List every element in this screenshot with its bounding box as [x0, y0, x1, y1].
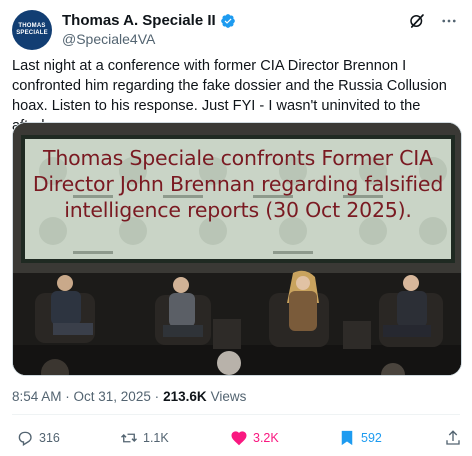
- reply-button[interactable]: 316: [16, 428, 60, 448]
- views-count: 213.6K: [163, 389, 207, 404]
- caption-line-3: intelligence reports (30 Oct 2025).: [64, 198, 412, 222]
- display-name[interactable]: Thomas A. Speciale II: [62, 12, 216, 29]
- bookmark-icon: [341, 430, 353, 446]
- avatar[interactable]: THOMAS SPECIALE: [12, 10, 52, 50]
- action-bar: 316 1.1K 3.2K 592: [0, 428, 472, 448]
- reply-icon: [18, 431, 32, 446]
- avatar-text-line1: THOMAS: [18, 23, 46, 29]
- reply-count: 316: [39, 431, 60, 445]
- caption-line-1: Thomas Speciale confronts Former CIA: [43, 146, 433, 170]
- author-names: Thomas A. Speciale II @Speciale4VA: [62, 11, 236, 47]
- bookmark-count: 592: [361, 431, 382, 445]
- repost-icon: [121, 433, 137, 443]
- repost-count: 1.1K: [143, 431, 169, 445]
- timestamp[interactable]: 8:54 AM · Oct 31, 2025 ·: [12, 389, 159, 404]
- divider: [12, 414, 460, 415]
- more-icon[interactable]: [440, 12, 458, 30]
- tweet-meta: 8:54 AM · Oct 31, 2025 · 213.6K Views: [12, 389, 246, 404]
- avatar-text: THOMAS SPECIALE: [16, 23, 48, 37]
- tweet-media-video[interactable]: Thomas Speciale confronts Former CIA Dir…: [12, 122, 462, 376]
- caption-line-2: Director John Brennan regarding falsifie…: [32, 172, 444, 196]
- repost-button[interactable]: 1.1K: [120, 428, 169, 448]
- grok-icon[interactable]: [408, 12, 426, 30]
- heart-icon: [231, 431, 247, 446]
- share-icon: [446, 430, 460, 445]
- share-button[interactable]: [444, 428, 462, 448]
- author-handle[interactable]: @Speciale4VA: [62, 31, 236, 47]
- avatar-text-line2: SPECIALE: [16, 30, 48, 36]
- views-label: Views: [210, 389, 247, 404]
- video-caption-overlay: Thomas Speciale confronts Former CIA Dir…: [13, 145, 461, 223]
- like-count: 3.2K: [253, 431, 279, 445]
- like-button[interactable]: 3.2K: [230, 428, 279, 448]
- bookmark-button[interactable]: 592: [338, 428, 382, 448]
- tweet-header: THOMAS SPECIALE Thomas A. Speciale II @S…: [12, 10, 460, 50]
- verified-badge-icon: [220, 13, 235, 28]
